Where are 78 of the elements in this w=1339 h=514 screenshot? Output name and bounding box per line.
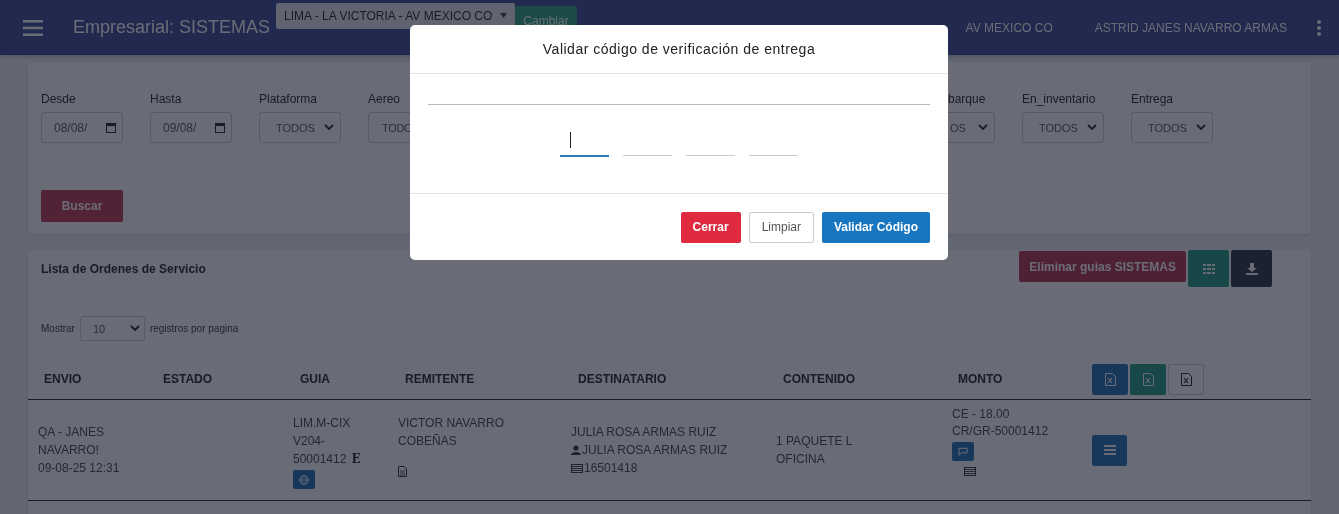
filter-label: Aereo bbox=[368, 92, 402, 106]
column-header: ENVIO bbox=[44, 372, 82, 386]
delete-button[interactable]: Eliminar guias SISTEMAS bbox=[1019, 251, 1186, 282]
excel-export-button[interactable] bbox=[1168, 363, 1204, 395]
show-label: Mostrar bbox=[41, 323, 75, 334]
table-cell-text: QA - JANES bbox=[38, 424, 106, 441]
list-title: Lista de Ordenes de Servicio bbox=[41, 262, 206, 276]
user-name[interactable]: ASTRID JANES NAVARRO ARMAS bbox=[1094, 20, 1287, 35]
column-header: CONTENIDO bbox=[783, 372, 855, 386]
column-header: DESTINATARIO bbox=[578, 372, 667, 386]
comment-button[interactable] bbox=[952, 442, 974, 461]
clear-button[interactable]: Limpiar bbox=[748, 211, 814, 243]
download-icon bbox=[1245, 262, 1258, 275]
column-header: MONTO bbox=[958, 372, 1003, 386]
id-card-icon bbox=[571, 463, 583, 473]
guide-mark: E bbox=[351, 451, 361, 468]
menu-icon bbox=[1103, 445, 1116, 455]
excel-file-icon bbox=[1104, 372, 1116, 386]
table-cell-text: JULIA ROSA ARMAS RUIZ bbox=[582, 442, 728, 459]
excel-export-button[interactable] bbox=[1130, 363, 1166, 395]
table-cell-text: COBEÑAS bbox=[398, 433, 458, 450]
excel-file-icon bbox=[1142, 372, 1154, 386]
grid-button[interactable] bbox=[1188, 250, 1229, 287]
table-cell-text: LIM.M-CIX bbox=[293, 415, 352, 432]
card-icon[interactable] bbox=[964, 467, 976, 476]
table-cell-text: OFICINA bbox=[776, 451, 826, 468]
filter-label: Entrega bbox=[1131, 92, 1175, 106]
download-button[interactable] bbox=[1231, 250, 1272, 287]
column-header: GUIA bbox=[300, 372, 330, 386]
table-cell-text: VICTOR NAVARRO bbox=[398, 415, 504, 432]
date-field[interactable]: 09/08/ bbox=[150, 112, 232, 143]
user-icon bbox=[571, 445, 581, 455]
filter-select[interactable]: TODOS bbox=[1022, 112, 1104, 143]
table-cell-text: 16501418 bbox=[584, 460, 638, 477]
table-cell-text: V204- bbox=[293, 433, 327, 450]
chevron-icon bbox=[1087, 124, 1097, 131]
comment-icon bbox=[958, 447, 968, 456]
page-size-select[interactable]: 10 bbox=[79, 316, 145, 341]
table-cell: CR/GR-50001412 bbox=[952, 423, 1049, 440]
filter-select[interactable]: TODOS bbox=[259, 112, 341, 143]
column-header: ESTADO bbox=[163, 372, 213, 386]
branch-select[interactable]: LIMA - LA VICTORIA - AV MEXICO CO bbox=[276, 2, 516, 29]
table-cell-text: 50001412 bbox=[293, 451, 347, 468]
menu-button[interactable] bbox=[1092, 434, 1127, 466]
chevron-icon bbox=[324, 124, 334, 131]
table-cell-text: 09-08-25 12:31 bbox=[38, 460, 120, 477]
filter-label: Hasta bbox=[150, 92, 183, 106]
globe-button[interactable] bbox=[293, 470, 315, 489]
filter-label: barque bbox=[947, 92, 987, 106]
chevron-icon bbox=[1196, 124, 1206, 131]
excel-file-icon bbox=[1180, 372, 1192, 386]
filter-label: Plataforma bbox=[259, 92, 319, 106]
column-header: REMITENTE bbox=[405, 372, 475, 386]
chevron-icon bbox=[978, 124, 988, 131]
table-cell-text: NAVARRO! bbox=[38, 442, 100, 459]
date-field[interactable]: 08/08/ bbox=[41, 112, 123, 143]
grid-icon bbox=[1202, 263, 1215, 274]
calendar-icon bbox=[215, 122, 225, 133]
globe-icon bbox=[299, 474, 309, 485]
validate-button[interactable]: Validar Código bbox=[822, 211, 930, 243]
table-cell-text: JULIA ROSA ARMAS RUIZ bbox=[571, 424, 718, 441]
close-button[interactable]: Cerrar bbox=[680, 211, 741, 243]
branch-name: AV MEXICO CO bbox=[965, 20, 1053, 35]
table-cell-text: CE - 18.00 bbox=[952, 406, 1011, 423]
filter-select[interactable]: TODOS bbox=[1131, 112, 1213, 143]
filter-label: En_inventario bbox=[1022, 92, 1097, 106]
table-cell-text: 1 PAQUETE L bbox=[776, 433, 853, 450]
excel-export-button[interactable] bbox=[1092, 363, 1128, 395]
calendar-icon bbox=[106, 122, 116, 133]
more-icon[interactable] bbox=[1317, 19, 1321, 36]
document-icon[interactable] bbox=[398, 466, 407, 477]
filter-label: Desde bbox=[41, 92, 77, 106]
search-button[interactable]: Buscar bbox=[41, 190, 123, 222]
per-page-label: registros por pagina bbox=[149, 323, 239, 334]
dropdown-icon bbox=[500, 13, 508, 18]
chevron-icon bbox=[129, 325, 140, 332]
menu-icon[interactable] bbox=[23, 19, 43, 36]
app-title: Empresarial: SISTEMAS bbox=[73, 17, 271, 38]
